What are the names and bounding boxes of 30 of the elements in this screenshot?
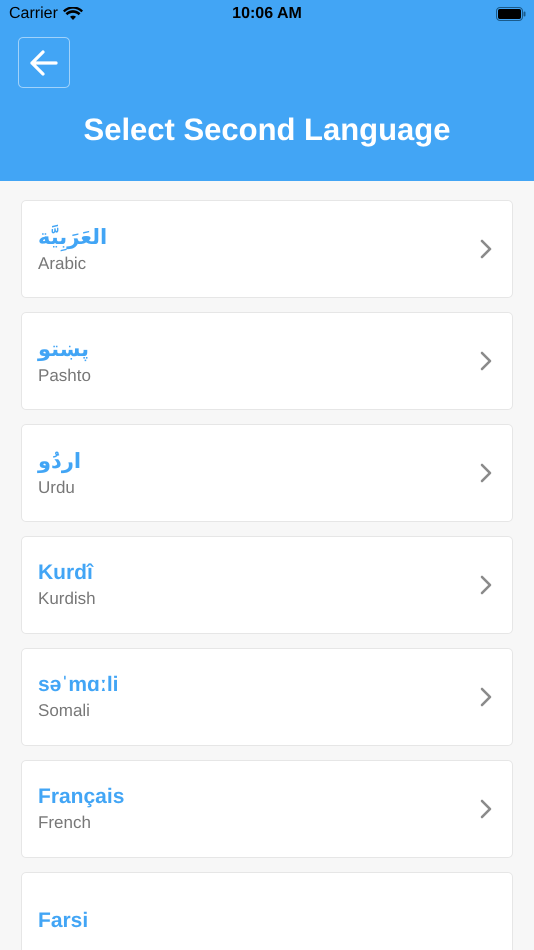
native-name: پښتو: [38, 336, 89, 362]
native-name: Farsi: [38, 909, 88, 933]
carrier-label: Carrier: [9, 5, 58, 23]
chevron-icon: [480, 575, 492, 595]
chevron-icon: [480, 351, 492, 371]
english-name: Pashto: [38, 366, 91, 386]
native-name: العَرَبِيَّة: [38, 224, 108, 250]
chevron-icon: [480, 687, 492, 707]
back-button[interactable]: [18, 37, 70, 88]
english-name: Arabic: [38, 254, 86, 274]
english-name: French: [38, 813, 91, 833]
english-name: Urdu: [38, 478, 75, 498]
clock-time: 10:06 AM: [232, 5, 302, 23]
language-item[interactable]: Kurdî Kurdish: [21, 536, 513, 634]
language-item[interactable]: səˈmɑːli Somali: [21, 648, 513, 746]
back-arrow-icon: [30, 50, 58, 76]
battery-icon: [496, 7, 526, 21]
native-name: اردُو: [38, 448, 82, 474]
native-name: Français: [38, 785, 124, 809]
chevron-icon: [480, 463, 492, 483]
chevron-icon: [480, 239, 492, 259]
english-name: Kurdish: [38, 589, 96, 609]
language-item[interactable]: Français French: [21, 760, 513, 858]
page-title: Select Second Language: [82, 112, 452, 148]
native-name: səˈmɑːli: [38, 673, 119, 697]
wifi-icon: [62, 7, 83, 21]
english-name: Somali: [38, 701, 90, 721]
chevron-icon: [480, 799, 492, 819]
native-name: Kurdî: [38, 561, 93, 585]
language-item[interactable]: Farsi: [21, 872, 513, 950]
